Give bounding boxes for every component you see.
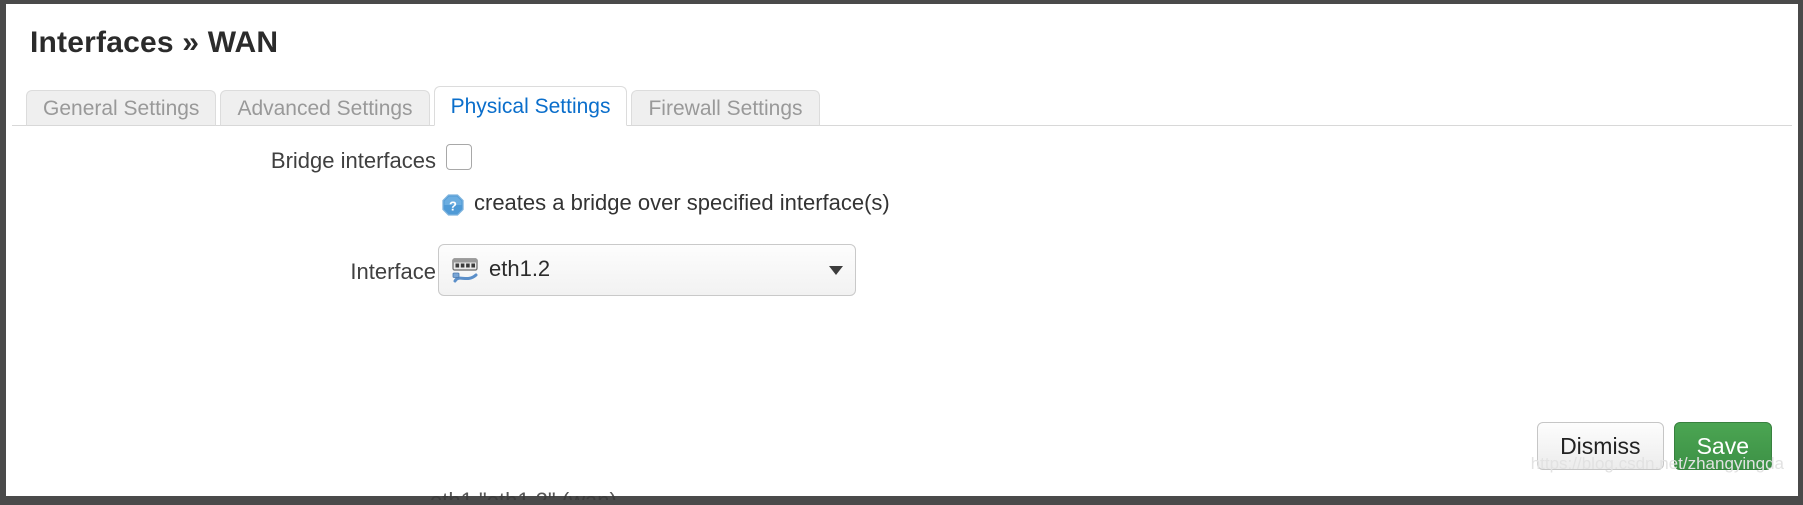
settings-panel: Interfaces » WAN General Settings Advanc…	[6, 4, 1798, 500]
chevron-down-icon[interactable]	[829, 266, 843, 275]
page-title: Interfaces » WAN	[30, 26, 279, 59]
bridge-interfaces-checkbox[interactable]	[446, 144, 472, 170]
interface-select-value: eth1.2	[489, 256, 551, 281]
bridge-interfaces-help-text: creates a bridge over specified interfac…	[474, 190, 890, 215]
browser-page: Interfaces » WAN General Settings Advanc…	[0, 0, 1803, 505]
bridge-interfaces-label: Bridge interfaces	[270, 148, 436, 173]
tab-general-settings[interactable]: General Settings	[26, 90, 217, 126]
svg-text:?: ?	[449, 198, 457, 213]
tab-advanced-settings[interactable]: Advanced Settings	[220, 90, 430, 126]
interface-select[interactable]: eth1.2	[438, 244, 856, 296]
window-frame-right	[1798, 0, 1803, 505]
help-question-icon: ?	[442, 194, 464, 216]
bridge-interfaces-help-row: ? creates a bridge over specified interf…	[6, 188, 1798, 230]
watermark-text: https://blog.csdn.net/zhangyingda	[1530, 454, 1784, 473]
bridge-interfaces-row: Bridge interfaces	[6, 132, 1798, 188]
physical-settings-form: Bridge interfaces ? creates a bridge ove…	[6, 132, 1798, 296]
clipped-background-text: eth1 "eth1.2" (wan)	[430, 488, 617, 500]
ethernet-switch-icon	[451, 257, 481, 285]
tab-physical-settings[interactable]: Physical Settings	[433, 86, 628, 126]
tab-firewall-settings[interactable]: Firewall Settings	[631, 90, 820, 126]
interface-label: Interface	[350, 259, 436, 284]
interface-row: Interface eth1.2	[6, 242, 1798, 298]
tab-bar: General Settings Advanced Settings Physi…	[12, 82, 1792, 126]
window-frame-bottom	[0, 496, 1803, 505]
